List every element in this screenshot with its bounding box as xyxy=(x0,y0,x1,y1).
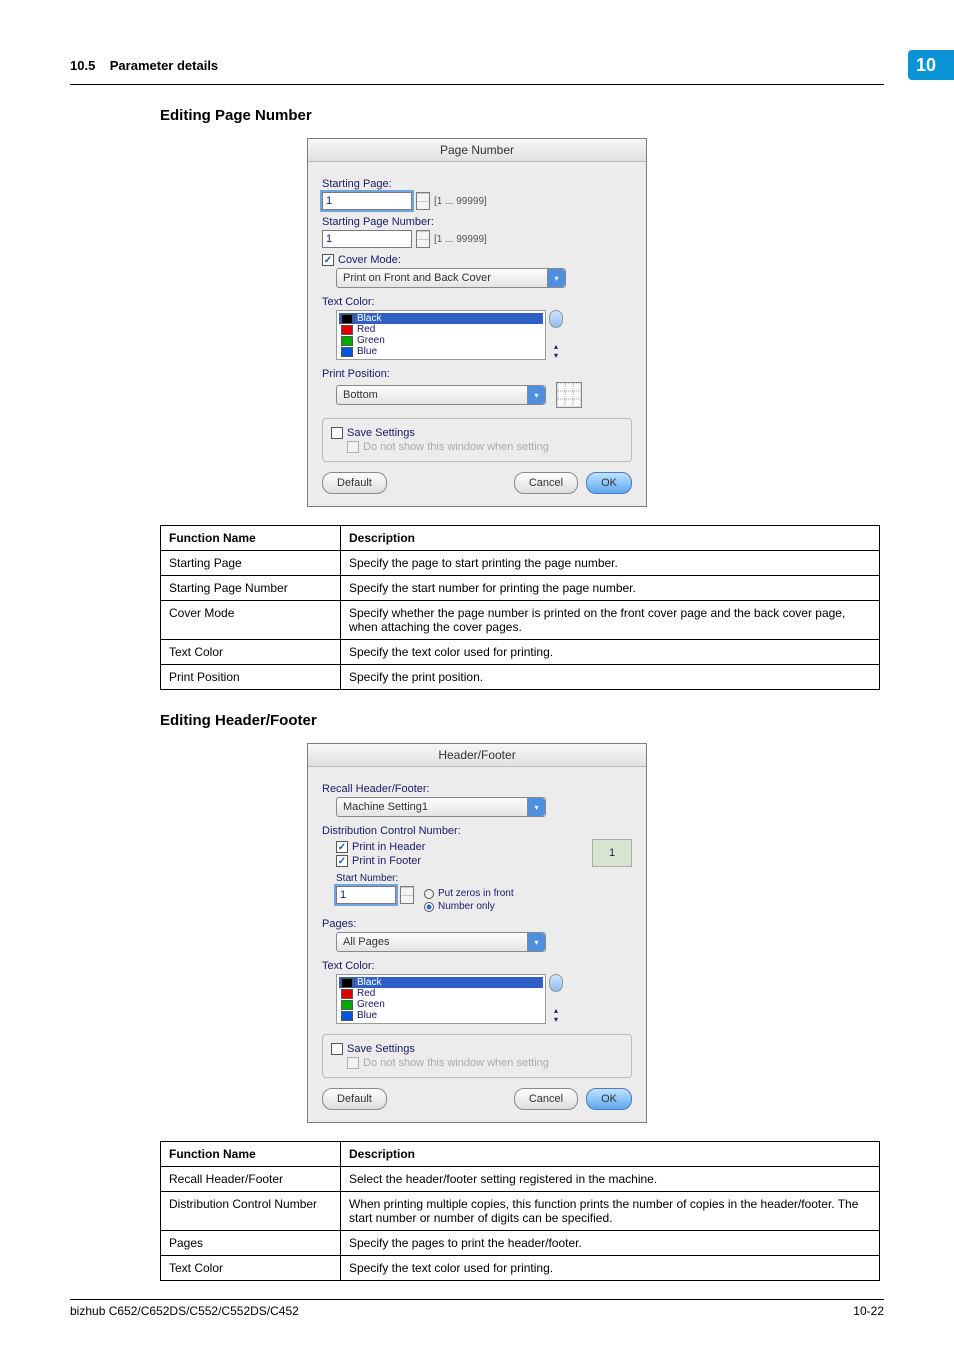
cancel-button1[interactable]: Cancel xyxy=(514,472,578,494)
print-position-value: Bottom xyxy=(337,389,527,401)
save-settings-checkbox2[interactable] xyxy=(331,1043,343,1055)
print-position-label: Print Position: xyxy=(322,368,632,380)
scrollbar-thumb[interactable] xyxy=(549,310,563,328)
chevron-down-icon: ▾ xyxy=(547,269,565,287)
cover-mode-checkbox[interactable] xyxy=(322,254,334,266)
dcn-label: Distribution Control Number: xyxy=(322,825,632,837)
start-number-stepper[interactable] xyxy=(400,886,414,904)
chevron-down-icon: ▾ xyxy=(527,933,545,951)
color-blue: Blue xyxy=(339,346,543,357)
start-number-label: Start Number: xyxy=(336,873,632,884)
chevron-down-icon: ▾ xyxy=(527,798,545,816)
starting-page-stepper[interactable] xyxy=(416,192,430,210)
t2-h1: Function Name xyxy=(161,1142,341,1167)
default-button1[interactable]: Default xyxy=(322,472,387,494)
header-left: 10.5 Parameter details xyxy=(70,58,218,73)
color-green: Green xyxy=(339,999,543,1010)
section-title: Parameter details xyxy=(110,58,218,73)
default-button2[interactable]: Default xyxy=(322,1088,387,1110)
cover-mode-select[interactable]: Print on Front and Back Cover ▾ xyxy=(336,268,566,288)
pages-select[interactable]: All Pages ▾ xyxy=(336,932,546,952)
recall-select[interactable]: Machine Setting1 ▾ xyxy=(336,797,546,817)
ok-button2[interactable]: OK xyxy=(586,1088,632,1110)
table-row: Text ColorSpecify the text color used fo… xyxy=(161,1256,880,1281)
cancel-button2[interactable]: Cancel xyxy=(514,1088,578,1110)
page-header: 10.5 Parameter details 10 xyxy=(70,50,884,85)
pages-label: Pages: xyxy=(322,918,632,930)
table-row: Text ColorSpecify the text color used fo… xyxy=(161,640,880,665)
pages-value: All Pages xyxy=(337,936,527,948)
color-green: Green xyxy=(339,335,543,346)
t2-h2: Description xyxy=(341,1142,880,1167)
page-footer: bizhub C652/C652DS/C552/C552DS/C452 10-2… xyxy=(70,1299,884,1318)
color-red: Red xyxy=(339,988,543,999)
table-row: Starting PageSpecify the page to start p… xyxy=(161,551,880,576)
section1-title: Editing Page Number xyxy=(160,107,884,124)
save-settings-checkbox1[interactable] xyxy=(331,427,343,439)
table2: Function NameDescription Recall Header/F… xyxy=(160,1141,880,1281)
dialog1-title: Page Number xyxy=(308,139,646,162)
save-settings-label2: Save Settings xyxy=(347,1043,415,1055)
starting-page-number-input[interactable]: 1 xyxy=(322,230,412,248)
do-not-show-label1: Do not show this window when setting xyxy=(363,441,549,453)
text-color-list1[interactable]: Black Red Green Blue xyxy=(336,310,546,360)
starting-page-number-stepper[interactable] xyxy=(416,230,430,248)
section2-title: Editing Header/Footer xyxy=(160,712,884,729)
position-grid-icon[interactable] xyxy=(556,382,582,408)
table-row: Recall Header/FooterSelect the header/fo… xyxy=(161,1167,880,1192)
ok-button1[interactable]: OK xyxy=(586,472,632,494)
table-row: PagesSpecify the pages to print the head… xyxy=(161,1231,880,1256)
table-row: Distribution Control NumberWhen printing… xyxy=(161,1192,880,1231)
header-footer-dialog: Header/Footer Recall Header/Footer: Mach… xyxy=(307,743,647,1123)
recall-label: Recall Header/Footer: xyxy=(322,783,632,795)
number-only-label: Number only xyxy=(438,901,495,912)
section-no: 10.5 xyxy=(70,58,95,73)
recall-value: Machine Setting1 xyxy=(337,801,527,813)
dialog2-title: Header/Footer xyxy=(308,744,646,767)
print-header-checkbox[interactable] xyxy=(336,841,348,853)
footer-right: 10-22 xyxy=(853,1304,884,1318)
table-row: Print PositionSpecify the print position… xyxy=(161,665,880,690)
print-position-select[interactable]: Bottom ▾ xyxy=(336,385,546,405)
do-not-show-checkbox2 xyxy=(347,1057,359,1069)
page-number-dialog: Page Number Starting Page: 1 [1 ... 9999… xyxy=(307,138,647,507)
range2: [1 ... 99999] xyxy=(434,234,487,245)
color-black: Black xyxy=(339,977,543,988)
text-color-list2[interactable]: Black Red Green Blue xyxy=(336,974,546,1024)
table-row: Cover ModeSpecify whether the page numbe… xyxy=(161,601,880,640)
range1: [1 ... 99999] xyxy=(434,196,487,207)
color-blue: Blue xyxy=(339,1010,543,1021)
number-only-radio[interactable] xyxy=(424,902,434,912)
cover-mode-value: Print on Front and Back Cover xyxy=(337,272,547,284)
text-color-label1: Text Color: xyxy=(322,296,632,308)
cover-mode-label: Cover Mode: xyxy=(338,254,401,266)
save-settings-label1: Save Settings xyxy=(347,427,415,439)
table-row: Starting Page NumberSpecify the start nu… xyxy=(161,576,880,601)
t1-h1: Function Name xyxy=(161,526,341,551)
put-zeros-label: Put zeros in front xyxy=(438,888,514,899)
chevron-down-icon: ▾ xyxy=(527,386,545,404)
start-number-input[interactable]: 1 xyxy=(336,886,396,904)
print-footer-label: Print in Footer xyxy=(352,855,421,867)
scrollbar-thumb[interactable] xyxy=(549,974,563,992)
starting-page-label: Starting Page: xyxy=(322,178,632,190)
t1-h2: Description xyxy=(341,526,880,551)
print-footer-checkbox[interactable] xyxy=(336,855,348,867)
do-not-show-checkbox1 xyxy=(347,441,359,453)
starting-page-number-label: Starting Page Number: xyxy=(322,216,632,228)
footer-left: bizhub C652/C652DS/C552/C552DS/C452 xyxy=(70,1304,299,1318)
put-zeros-radio[interactable] xyxy=(424,889,434,899)
text-color-label2: Text Color: xyxy=(322,960,632,972)
dcn-count: 1 xyxy=(592,839,632,867)
print-header-label: Print in Header xyxy=(352,841,425,853)
do-not-show-label2: Do not show this window when setting xyxy=(363,1057,549,1069)
starting-page-input[interactable]: 1 xyxy=(322,192,412,210)
color-red: Red xyxy=(339,324,543,335)
table1: Function NameDescription Starting PageSp… xyxy=(160,525,880,690)
chapter-badge: 10 xyxy=(908,50,954,80)
color-black: Black xyxy=(339,313,543,324)
